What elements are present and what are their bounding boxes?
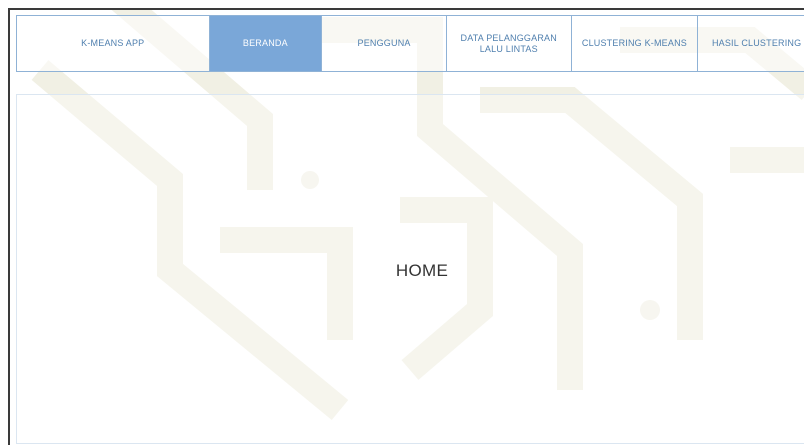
nav-item-pengguna[interactable]: PENGGUNA — [322, 16, 447, 71]
nav-item-label: PENGGUNA — [357, 38, 411, 48]
app-brand-label: K-MEANS APP — [81, 38, 145, 48]
nav-item-label: DATA PELANGGARAN LALU LINTAS — [460, 32, 557, 54]
nav-item-label: BERANDA — [242, 38, 288, 48]
app-brand-link[interactable]: K-MEANS APP — [17, 16, 210, 71]
page-title: HOME — [395, 261, 449, 280]
main-content-panel: HOME — [16, 94, 804, 444]
nav-item-clustering-kmeans[interactable]: CLUSTERING K-MEANS — [572, 16, 699, 71]
nav-item-data-pelanggaran[interactable]: DATA PELANGGARAN LALU LINTAS — [447, 16, 572, 71]
nav-item-label: HASIL CLUSTERING — [711, 38, 802, 48]
app-window: K-MEANS APP BERANDA PENGGUNA DATA PELANG… — [8, 8, 804, 445]
top-navbar: K-MEANS APP BERANDA PENGGUNA DATA PELANG… — [16, 15, 804, 72]
nav-item-beranda[interactable]: BERANDA — [209, 16, 323, 71]
nav-item-hasil-clustering[interactable]: HASIL CLUSTERING — [698, 16, 804, 71]
nav-item-label: CLUSTERING K-MEANS — [581, 38, 687, 48]
